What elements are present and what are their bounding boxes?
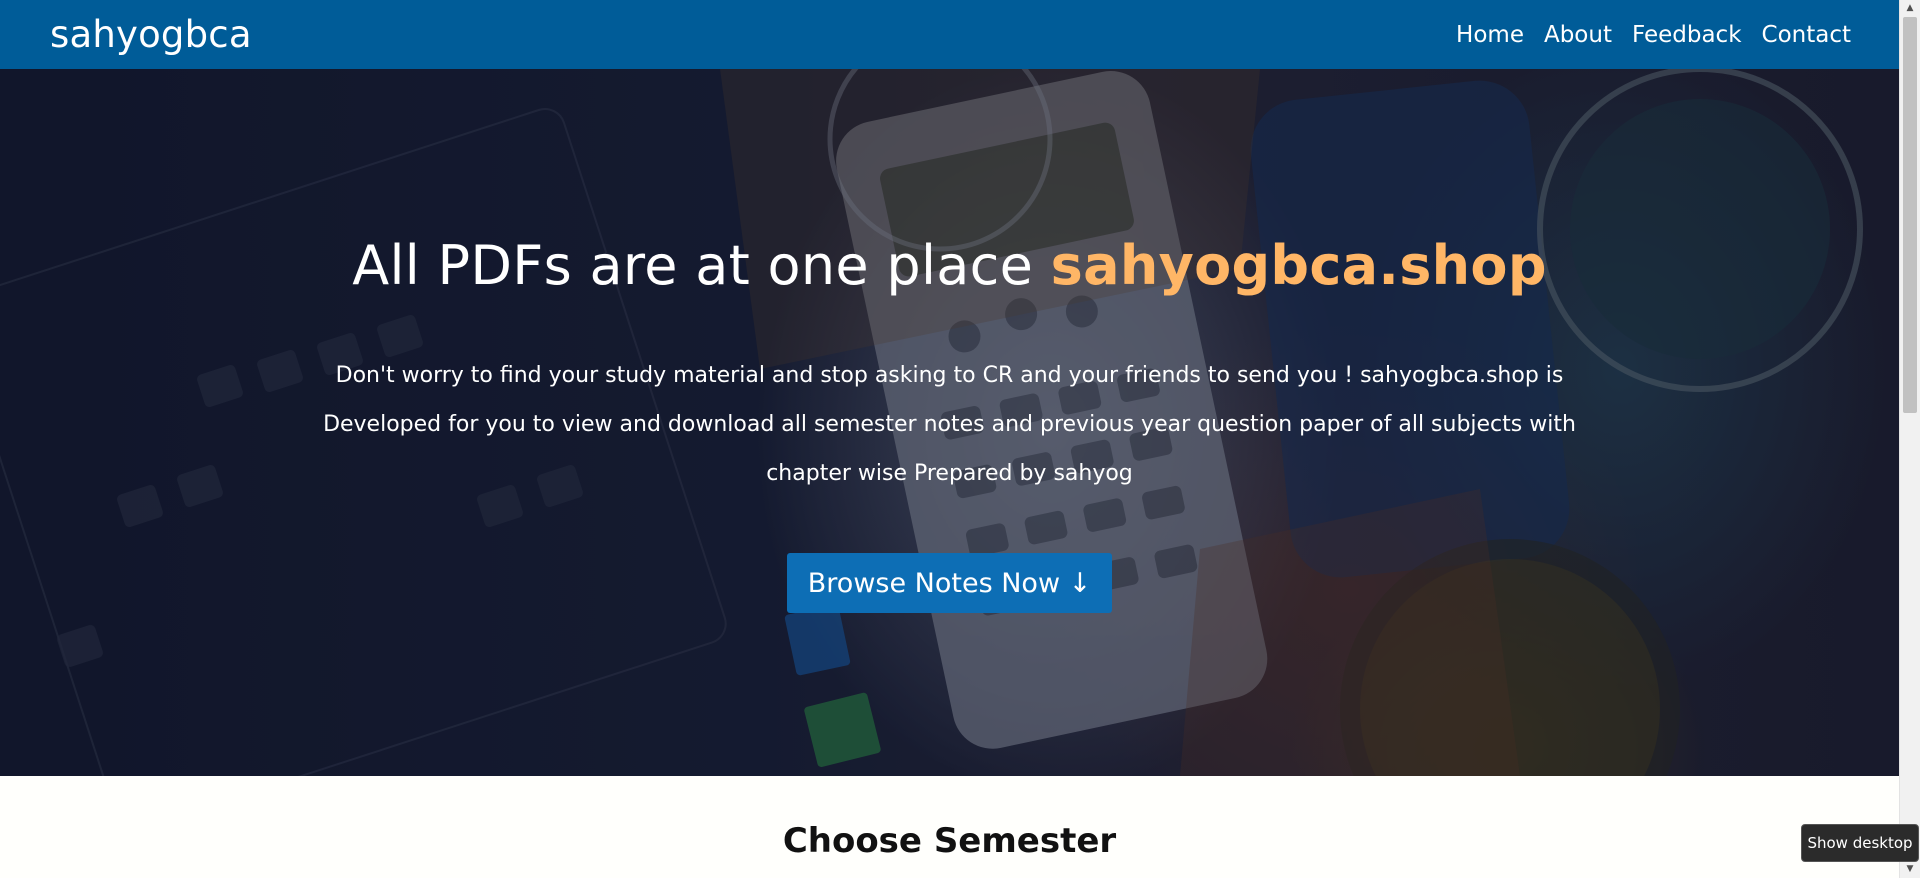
main-nav: Home About Feedback Contact: [1456, 22, 1851, 48]
nav-link-home[interactable]: Home: [1456, 22, 1524, 48]
show-desktop-tooltip: Show desktop: [1801, 824, 1919, 862]
nav-link-feedback[interactable]: Feedback: [1632, 22, 1742, 48]
browse-notes-button[interactable]: Browse Notes Now ↓: [787, 553, 1112, 613]
scroll-down-arrow-icon[interactable]: ▼: [1900, 861, 1920, 878]
hero-title-prefix: All PDFs are at one place: [352, 234, 1051, 297]
navbar: sahyogbca Home About Feedback Contact: [0, 0, 1899, 69]
page: sahyogbca Home About Feedback Contact Al…: [0, 0, 1899, 878]
hero-title-accent: sahyogbca.shop: [1050, 234, 1547, 297]
choose-semester-heading: Choose Semester: [782, 821, 1117, 861]
scroll-up-arrow-icon[interactable]: ▲: [1900, 0, 1920, 17]
vertical-scrollbar[interactable]: ▲ ▼: [1899, 0, 1920, 878]
brand-logo-link[interactable]: sahyogbca: [50, 13, 252, 56]
hero-description: Don't worry to find your study material …: [323, 363, 1576, 486]
hero-section: All PDFs are at one place sahyogbca.shop…: [0, 69, 1899, 776]
nav-link-contact[interactable]: Contact: [1762, 22, 1851, 48]
hero-content: All PDFs are at one place sahyogbca.shop…: [0, 69, 1899, 776]
hero-title: All PDFs are at one place sahyogbca.shop: [0, 231, 1899, 301]
nav-link-about[interactable]: About: [1544, 22, 1612, 48]
scrollbar-thumb[interactable]: [1903, 17, 1917, 413]
